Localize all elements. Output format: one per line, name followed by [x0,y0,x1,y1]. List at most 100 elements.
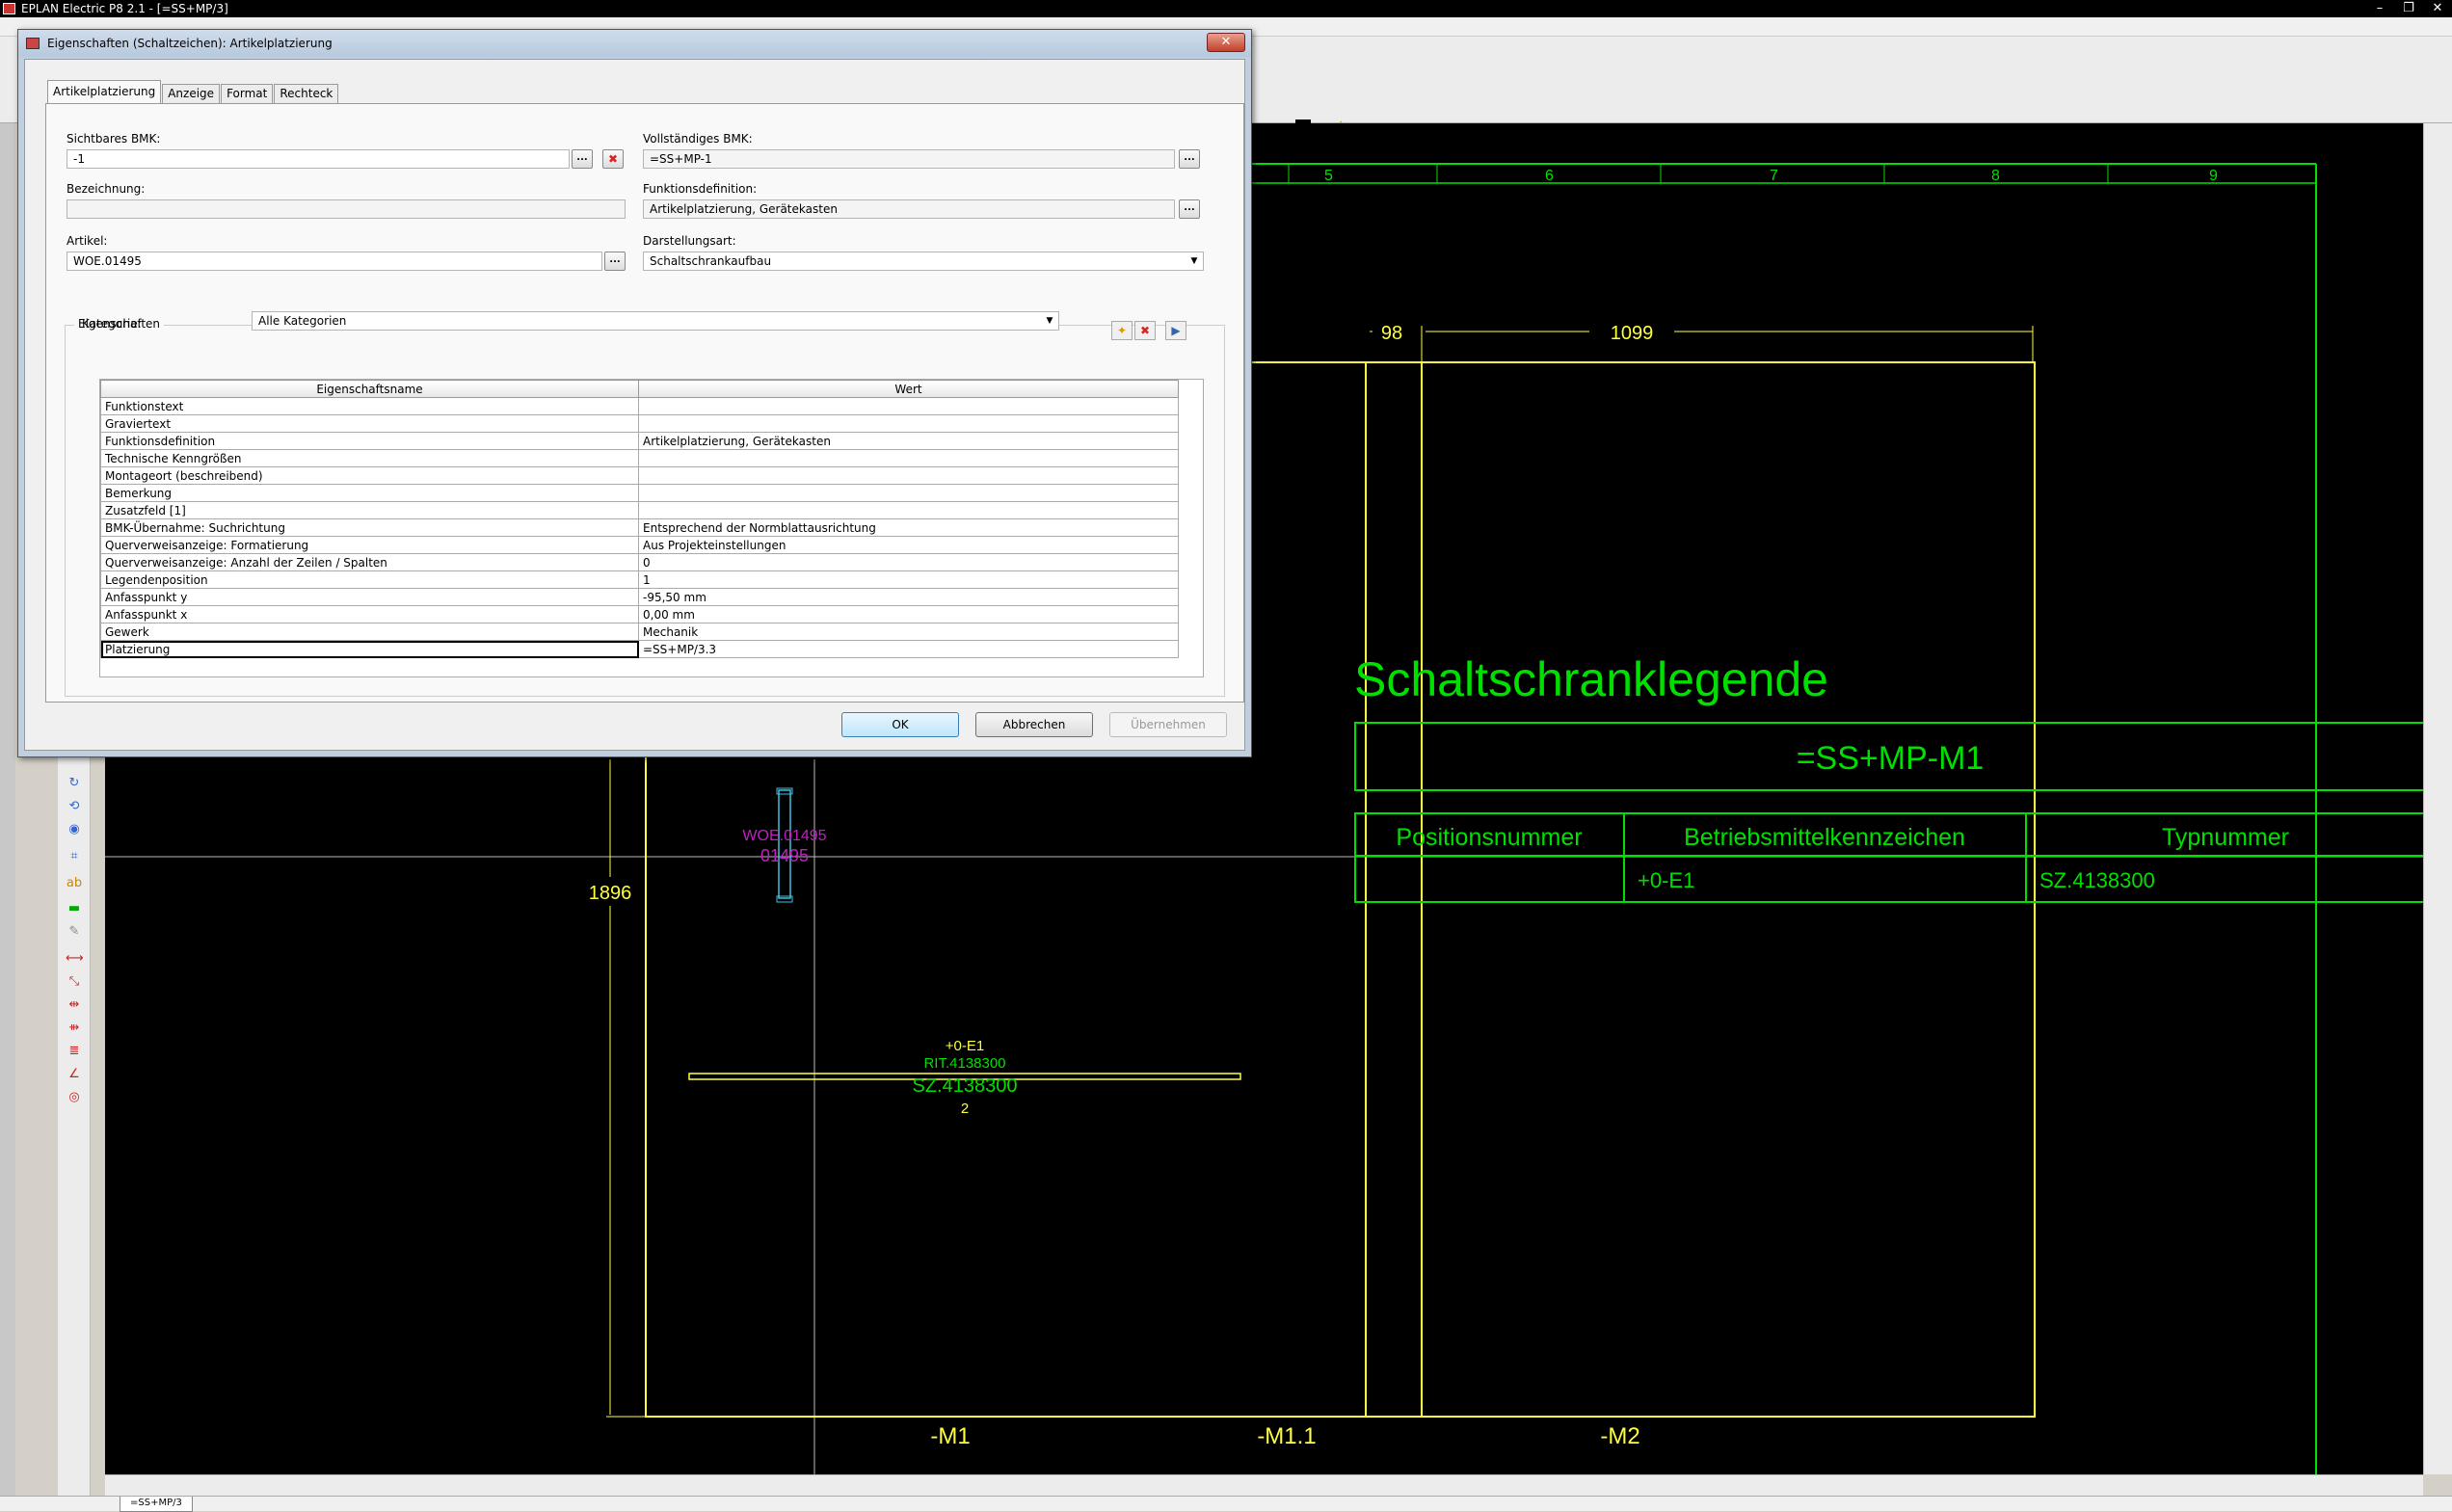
property-value-cell[interactable] [638,466,1179,485]
eye-icon[interactable]: ◉ [66,821,83,838]
table-row[interactable]: Platzierung =SS+MP/3.3 [100,640,1179,658]
restore-button[interactable]: ❐ [2394,0,2423,17]
funktionsdefinition-input[interactable]: Artikelplatzierung, Gerätekasten [643,199,1175,219]
property-name-cell[interactable]: Querverweisanzeige: Anzahl der Zeilen / … [100,553,639,571]
property-value-cell[interactable]: Mechanik [638,623,1179,641]
property-value-cell[interactable] [638,501,1179,519]
property-value-cell[interactable] [638,414,1179,433]
minimize-button[interactable]: – [2365,0,2394,17]
property-name-cell[interactable]: Legendenposition [100,570,639,589]
dialog-close-button[interactable]: ✕ [1207,33,1245,52]
text-icon[interactable]: ab [66,875,83,892]
property-name-cell[interactable]: Zusatzfeld [1] [100,501,639,519]
table-row[interactable]: Anfasspunkt x 0,00 mm [100,605,1179,623]
property-name-cell[interactable]: Montageort (beschreibend) [100,466,639,485]
property-name-cell[interactable]: Anfasspunkt x [100,605,639,623]
sichtbares-bmk-browse-button[interactable]: ... [572,149,593,169]
tab-format[interactable]: Format [221,84,274,103]
property-value-cell[interactable]: Aus Projekteinstellungen [638,536,1179,554]
property-value-cell[interactable]: Artikelplatzierung, Gerätekasten [638,432,1179,450]
table-row[interactable]: Querverweisanzeige: Anzahl der Zeilen / … [100,553,1179,571]
artikel-browse-button[interactable]: ... [604,252,626,271]
expand-arrow-icon[interactable]: ▶ [1165,321,1186,340]
property-value-cell[interactable]: 0 [638,553,1179,571]
column-header-value[interactable]: Wert [638,380,1179,398]
table-row[interactable]: Funktionsdefinition Artikelplatzierung, G… [100,432,1179,450]
angle-icon[interactable]: ∠ [66,1066,83,1083]
column-9-label: 9 [2209,168,2218,184]
mounting-panel-m1-1[interactable] [1365,361,1423,1418]
apply-button[interactable]: Übernehmen [1109,712,1227,737]
ok-button[interactable]: OK [841,712,959,737]
sichtbares-bmk-delete-icon[interactable]: ✖ [602,149,624,169]
table-row[interactable]: Graviertext [100,414,1179,433]
property-value-cell[interactable]: -95,50 mm [638,588,1179,606]
dialog-titlebar: Eigenschaften (Schaltzeichen): Artikelpl… [18,30,1251,57]
property-value-cell[interactable] [638,449,1179,467]
property-value-cell[interactable]: 1 [638,570,1179,589]
property-name-cell[interactable]: BMK-Übernahme: Suchrichtung [100,518,639,537]
property-value-cell[interactable]: 0,00 mm [638,605,1179,623]
delete-property-icon[interactable]: ✖ [1134,321,1156,340]
dimension-aligned-icon[interactable]: ⤡ [66,973,83,991]
table-row[interactable]: Legendenposition 1 [100,570,1179,589]
table-row[interactable]: Montageort (beschreibend) [100,466,1179,485]
table-row[interactable]: Technische Kenngrößen [100,449,1179,467]
sichtbares-bmk-input[interactable]: -1 [67,149,570,169]
table-row[interactable]: Querverweisanzeige: Formatierung Aus Proj… [100,536,1179,554]
mirror-icon[interactable]: ⟲ [66,798,83,815]
property-name-cell[interactable]: Bemerkung [100,484,639,502]
horizontal-scrollbar[interactable] [105,1474,2423,1496]
pencil-icon[interactable]: ✎ [66,923,83,941]
line-icon[interactable]: ▬ [66,900,83,917]
property-name-cell[interactable]: Funktionsdefinition [100,432,639,450]
properties-grid: Eigenschaftsname Wert Funktionstext Gravi… [99,379,1204,677]
new-property-icon[interactable]: ✦ [1111,321,1133,340]
dimension-baseline-icon[interactable]: ⇻ [66,1020,83,1037]
table-row[interactable]: Anfasspunkt y -95,50 mm [100,588,1179,606]
cancel-button[interactable]: Abbrechen [975,712,1093,737]
stretch-icon[interactable]: ⌗ [66,848,83,865]
table-row[interactable]: Funktionstext [100,397,1179,415]
rotate-icon[interactable]: ↻ [66,775,83,792]
table-row[interactable]: Bemerkung [100,484,1179,502]
table-row[interactable]: Zusatzfeld [1] [100,501,1179,519]
property-name-cell[interactable]: Querverweisanzeige: Formatierung [100,536,639,554]
property-name-cell[interactable]: Technische Kenngrößen [100,449,639,467]
tab-rechteck[interactable]: Rechteck [274,84,339,103]
tab-anzeige[interactable]: Anzeige [162,84,221,103]
property-name-cell[interactable]: Anfasspunkt y [100,588,639,606]
tab-artikelplatzierung[interactable]: Artikelplatzierung [47,80,162,103]
property-name-cell[interactable]: Funktionstext [100,397,639,415]
dimension-chain-icon[interactable]: ⇹ [66,996,83,1014]
legend-location: =SS+MP-M1 [1797,740,1985,777]
table-row[interactable]: BMK-Übernahme: Suchrichtung Entsprechend … [100,518,1179,537]
funktionsdefinition-browse-button[interactable]: ... [1179,199,1200,219]
table-row[interactable]: Gewerk Mechanik [100,623,1179,641]
statusbar: =SS+MP/3 [0,1496,2452,1512]
close-app-button[interactable]: ✕ [2423,0,2452,17]
property-value-cell[interactable]: Entsprechend der Normblattausrichtung [638,518,1179,537]
radius-icon[interactable]: ◎ [66,1089,83,1106]
property-name-cell[interactable]: Graviertext [100,414,639,433]
vollstaendiges-bmk-browse-button[interactable]: ... [1179,149,1200,169]
darstellungsart-select[interactable]: Schaltschrankaufbau ▼ [643,252,1204,271]
dimension-stack-icon[interactable]: ≣ [66,1043,83,1060]
mounting-panel-m2[interactable] [1421,361,2036,1418]
dimension-icon[interactable]: ⟷ [66,950,84,968]
property-name-cell[interactable]: Platzierung [100,640,639,658]
column-header-name[interactable]: Eigenschaftsname [100,380,639,398]
vollstaendiges-bmk-input[interactable]: =SS+MP-1 [643,149,1175,169]
vertical-scrollbar[interactable] [2423,123,2452,1474]
kategorie-select[interactable]: Alle Kategorien ▼ [252,311,1059,331]
woe-component[interactable] [778,789,791,899]
property-name-cell[interactable]: Gewerk [100,623,639,641]
legend-cell-bmk: +0-E1 [1638,868,1694,892]
property-value-cell[interactable] [638,484,1179,502]
property-value-cell[interactable]: =SS+MP/3.3 [638,640,1179,658]
app-title: EPLAN Electric P8 2.1 - [=SS+MP/3] [21,2,228,15]
property-value-cell[interactable] [638,397,1179,415]
page-tab[interactable]: =SS+MP/3 [120,1497,193,1512]
artikel-input[interactable]: WOE.01495 [67,252,602,271]
bezeichnung-input[interactable] [67,199,626,219]
